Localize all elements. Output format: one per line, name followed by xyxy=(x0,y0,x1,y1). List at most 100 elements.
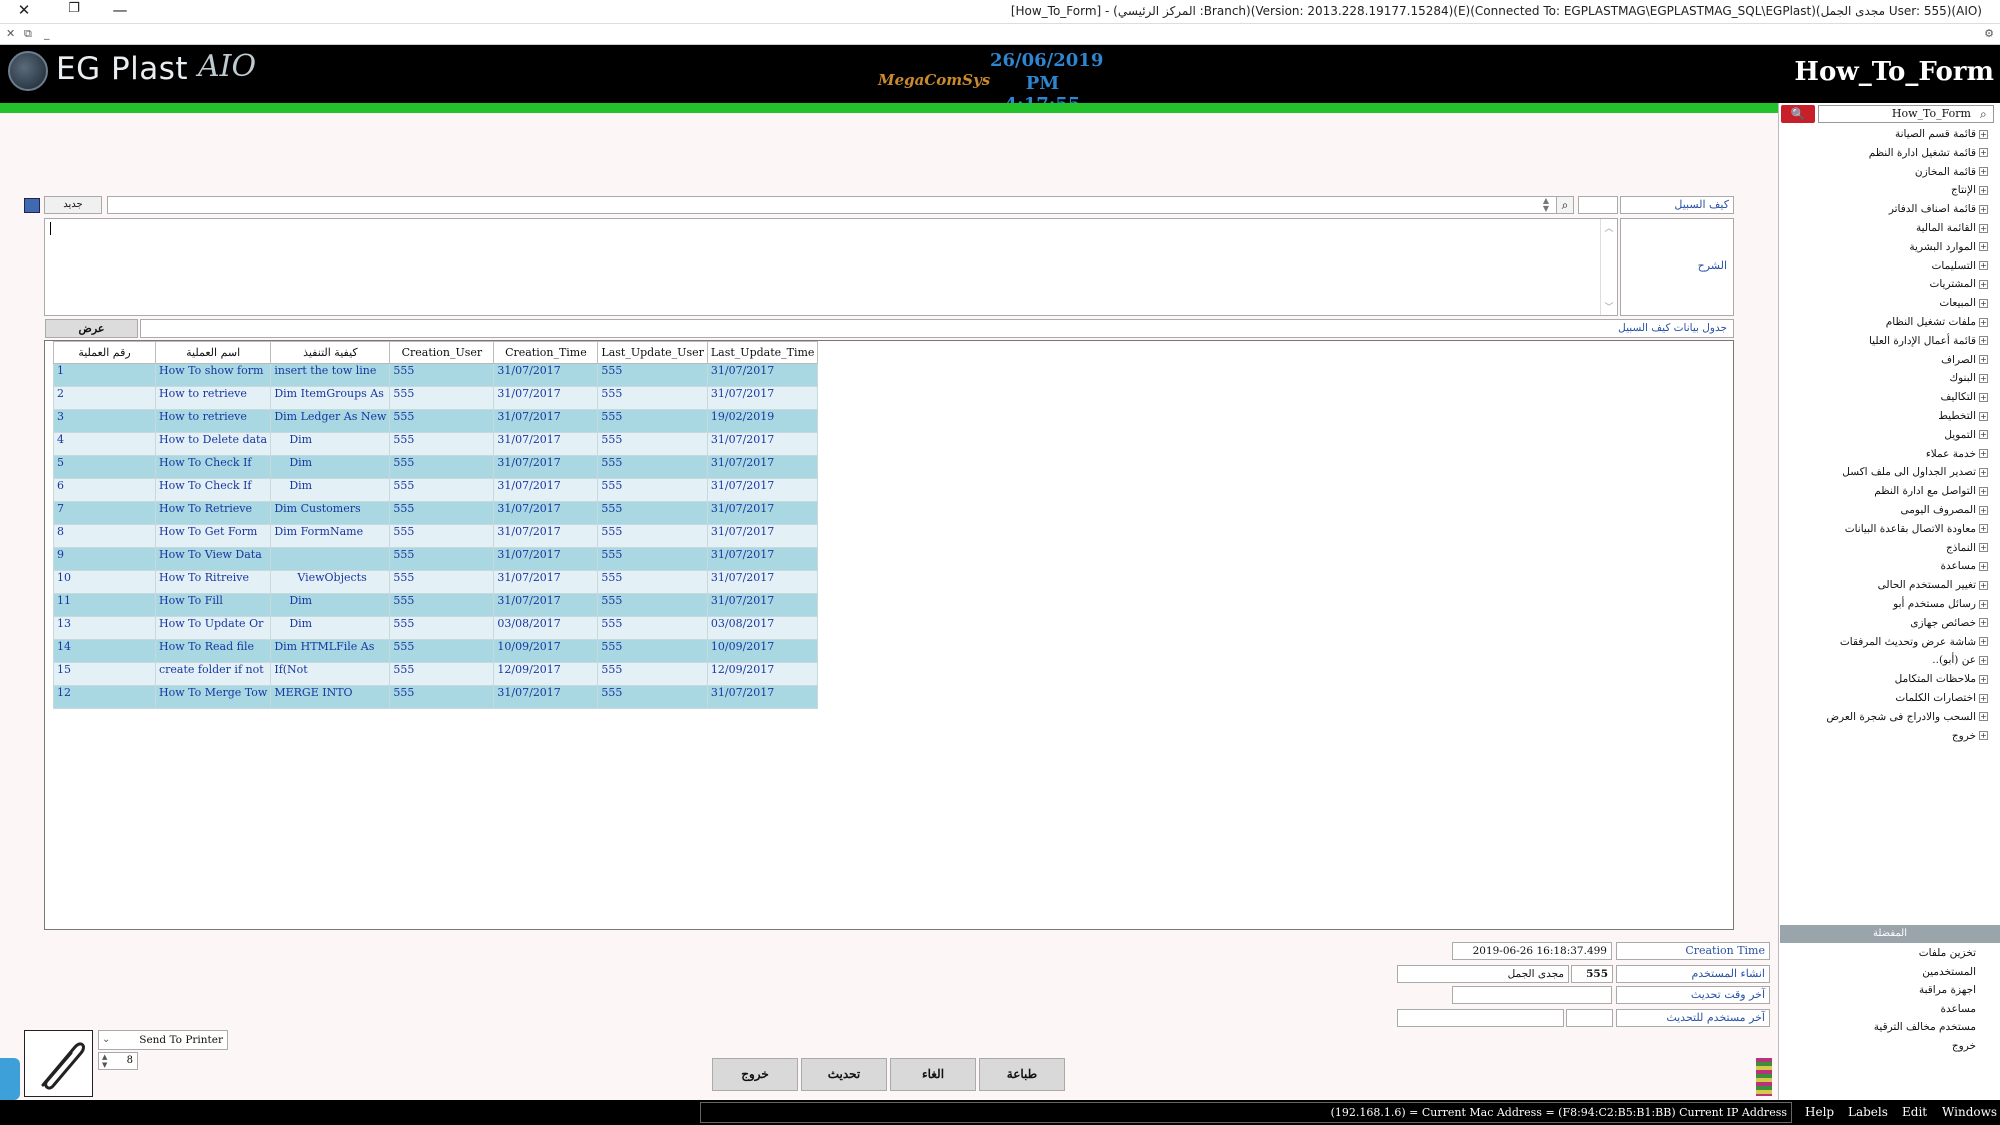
cell-creation-time[interactable]: 31/07/2017 xyxy=(493,524,599,548)
attachment-button[interactable] xyxy=(24,1030,93,1097)
tree-item[interactable]: +الموارد البشرية xyxy=(1909,239,1988,255)
expand-plus-icon[interactable]: + xyxy=(1979,355,1988,365)
update-button[interactable]: تحديث xyxy=(801,1058,887,1091)
expand-plus-icon[interactable]: + xyxy=(1979,411,1988,421)
cell-how-to[interactable]: Dim Customers xyxy=(270,501,391,525)
cell-creation-user[interactable]: 555 xyxy=(389,363,495,387)
cell-creation-time[interactable]: 31/07/2017 xyxy=(493,685,599,709)
cell-last-update-user[interactable]: 555 xyxy=(597,478,708,502)
cell-op-name[interactable]: How To Merge Tow xyxy=(154,685,272,709)
expand-plus-icon[interactable]: + xyxy=(1979,637,1988,647)
expand-plus-icon[interactable]: + xyxy=(1979,712,1988,722)
table-row[interactable]: 1 How To show form insert the tow line 555 3… xyxy=(53,363,819,387)
cell-last-update-user[interactable]: 555 xyxy=(597,409,708,433)
cell-creation-user[interactable]: 555 xyxy=(389,685,495,709)
cell-op-name[interactable]: How to retrieve xyxy=(154,409,272,433)
cell-how-to[interactable]: insert the tow line xyxy=(270,363,391,387)
expand-plus-icon[interactable]: + xyxy=(1979,373,1988,383)
tree-item[interactable]: +قائمة تشغيل ادارة النظم xyxy=(1869,145,1988,161)
expand-plus-icon[interactable]: + xyxy=(1979,279,1988,289)
table-row[interactable]: 13 How To Update Or Dim 555 03/08/2017 555 03/… xyxy=(53,616,819,640)
cell-op-name[interactable]: How To Retrieve xyxy=(154,501,272,525)
cell-creation-time[interactable]: 31/07/2017 xyxy=(493,386,599,410)
cell-creation-time[interactable]: 31/07/2017 xyxy=(493,432,599,456)
cell-op-number[interactable]: 8 xyxy=(53,524,156,548)
cell-op-name[interactable]: create folder if not xyxy=(154,662,272,686)
cell-creation-time[interactable]: 31/07/2017 xyxy=(493,547,599,571)
tree-item[interactable]: +ملاحظات المتكامل xyxy=(1895,671,1988,687)
cell-op-number[interactable]: 10 xyxy=(53,570,156,594)
cell-op-name[interactable]: How To Check If xyxy=(154,455,272,479)
cell-how-to[interactable] xyxy=(270,547,391,571)
cell-creation-time[interactable]: 31/07/2017 xyxy=(493,363,599,387)
cell-op-name[interactable]: How To Check If xyxy=(154,478,272,502)
cell-op-number[interactable]: 14 xyxy=(53,639,156,663)
scroll-up-icon[interactable]: ︿ xyxy=(1601,221,1617,234)
cell-creation-user[interactable]: 555 xyxy=(389,386,495,410)
spin-updown-icon[interactable]: ▲ ▼ xyxy=(1538,197,1554,213)
expand-plus-icon[interactable]: + xyxy=(1979,242,1988,252)
print-button[interactable]: طباعة xyxy=(979,1058,1065,1091)
name-input[interactable] xyxy=(107,196,1557,214)
cell-how-to[interactable]: Dim xyxy=(270,593,391,617)
expand-plus-icon[interactable]: + xyxy=(1979,298,1988,308)
tree-item[interactable]: +قائمة اصناف الدفاتر xyxy=(1889,201,1988,217)
cell-creation-time[interactable]: 10/09/2017 xyxy=(493,639,599,663)
cell-creation-user[interactable]: 555 xyxy=(389,547,495,571)
cell-last-update-time[interactable]: 31/07/2017 xyxy=(706,501,819,525)
cell-op-number[interactable]: 6 xyxy=(53,478,156,502)
cell-last-update-user[interactable]: 555 xyxy=(597,685,708,709)
record-nav-icon[interactable] xyxy=(24,198,40,213)
cell-how-to[interactable]: Dim FormName xyxy=(270,524,391,548)
cell-last-update-user[interactable]: 555 xyxy=(597,432,708,456)
cell-how-to[interactable]: Dim xyxy=(270,616,391,640)
cell-last-update-time[interactable]: 31/07/2017 xyxy=(706,547,819,571)
cell-how-to[interactable]: If(Not xyxy=(270,662,391,686)
tree-search-input[interactable]: How_To_Form xyxy=(1818,105,1994,123)
cell-last-update-user[interactable]: 555 xyxy=(597,593,708,617)
cell-creation-time[interactable]: 31/07/2017 xyxy=(493,593,599,617)
cell-creation-user[interactable]: 555 xyxy=(389,455,495,479)
tree-item[interactable]: +القائمة المالية xyxy=(1916,220,1988,236)
mdi-settings-icon[interactable]: ⚙ xyxy=(1984,27,1994,40)
cell-creation-time[interactable]: 31/07/2017 xyxy=(493,570,599,594)
cell-creation-user[interactable]: 555 xyxy=(389,616,495,640)
cell-op-number[interactable]: 5 xyxy=(53,455,156,479)
tree-item[interactable]: +خصائص جهازى xyxy=(1910,615,1988,631)
mdi-minimize-icon[interactable]: _ xyxy=(44,27,50,40)
tree-search-button[interactable]: 🔍 xyxy=(1781,105,1815,123)
description-scrollbar[interactable]: ︿ ﹀ xyxy=(1600,219,1617,315)
expand-plus-icon[interactable]: + xyxy=(1979,599,1988,609)
expand-plus-icon[interactable]: + xyxy=(1979,655,1988,665)
record-id-field[interactable] xyxy=(1578,196,1618,214)
favorite-item[interactable]: تخزين ملفات xyxy=(1919,945,1976,961)
expand-plus-icon[interactable]: + xyxy=(1979,167,1988,177)
table-row[interactable]: 12 How To Merge Tow MERGE INTO 555 31/07/201… xyxy=(53,685,819,709)
expand-plus-icon[interactable]: + xyxy=(1979,449,1988,459)
cell-last-update-time[interactable]: 31/07/2017 xyxy=(706,432,819,456)
expand-plus-icon[interactable]: + xyxy=(1979,524,1988,534)
table-row[interactable]: 4 How to Delete data Dim 555 31/07/2017 555 31… xyxy=(53,432,819,456)
cell-op-number[interactable]: 7 xyxy=(53,501,156,525)
cell-how-to[interactable]: Dim xyxy=(270,478,391,502)
cell-op-name[interactable]: How to retrieve xyxy=(154,386,272,410)
cell-op-number[interactable]: 13 xyxy=(53,616,156,640)
tree-item[interactable]: +قائمة المخازن xyxy=(1915,164,1988,180)
data-grid[interactable]: رقم العملية اسم العملية كيفية التنفيذ Cr… xyxy=(44,340,1734,930)
col-header-last-update-user[interactable]: Last_Update_User xyxy=(597,341,708,364)
cell-op-name[interactable]: How To Get Form xyxy=(154,524,272,548)
cell-how-to[interactable]: Dim Ledger As New xyxy=(270,409,391,433)
cell-last-update-time[interactable]: 03/08/2017 xyxy=(706,616,819,640)
cell-creation-user[interactable]: 555 xyxy=(389,524,495,548)
tree-item[interactable]: +البنوك xyxy=(1949,370,1988,386)
cell-creation-time[interactable]: 31/07/2017 xyxy=(493,409,599,433)
menu-edit[interactable]: Edit xyxy=(1902,1105,1927,1119)
cell-op-number[interactable]: 12 xyxy=(53,685,156,709)
cancel-button[interactable]: الغاء xyxy=(890,1058,976,1091)
expand-plus-icon[interactable]: + xyxy=(1979,486,1988,496)
cell-last-update-user[interactable]: 555 xyxy=(597,616,708,640)
cell-how-to[interactable]: Dim xyxy=(270,432,391,456)
expand-plus-icon[interactable]: + xyxy=(1979,148,1988,158)
expand-plus-icon[interactable]: + xyxy=(1979,317,1988,327)
cell-last-update-time[interactable]: 31/07/2017 xyxy=(706,386,819,410)
